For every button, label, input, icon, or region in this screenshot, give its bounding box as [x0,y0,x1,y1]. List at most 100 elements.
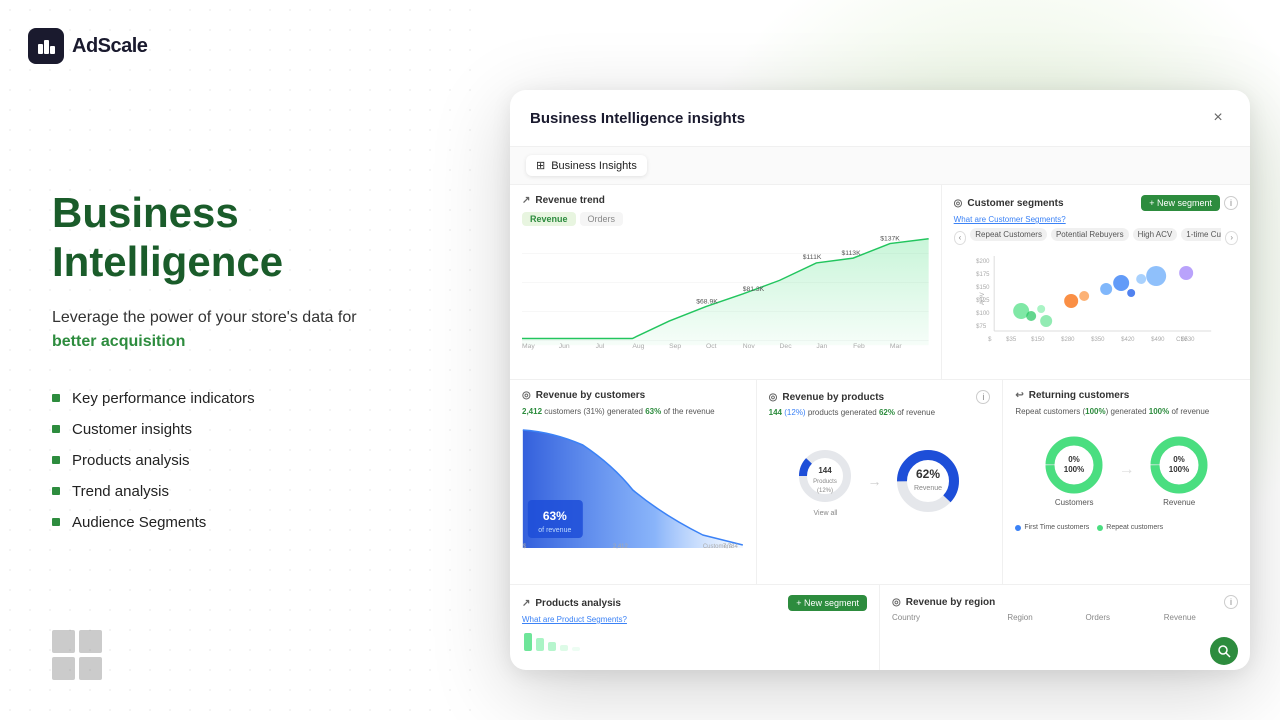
view-all-link[interactable]: View all [813,510,837,517]
svg-text:May: May [522,343,535,350]
svg-text:$: $ [988,337,992,343]
svg-text:$81.3K: $81.3K [743,286,765,293]
row-3: ↗ Products analysis + New segment What a… [510,585,1250,670]
revenue-customers-chart: 63% of revenue $ 2,412 Customers 7,784 [522,420,744,550]
search-button[interactable] [1210,637,1238,665]
revenue-products-stat: 144 (12%) products generated 62% of reve… [769,408,991,417]
col-revenue: Revenue [1164,613,1238,622]
revenue-toggle[interactable]: Revenue [522,212,576,226]
row-2: ◎ Revenue by customers 2,412 customers (… [510,380,1250,585]
svg-text:Aug: Aug [632,343,644,350]
revenue-trend-cell: ↗ Revenue trend Revenue Orders [510,185,942,379]
revenue-products-title: ◎ Revenue by products [769,392,884,403]
returning-stat: Repeat customers (100%) generated 100% o… [1015,407,1238,416]
customer-segments-title: ◎ Customer segments [954,198,1064,209]
revenue-customers-stat: 2,412 customers (31%) generated 63% of t… [522,407,744,416]
bullet-icon [52,487,60,495]
first-time-dot [1015,525,1021,531]
tab-bar: ⊞ Business Insights [510,147,1250,185]
svg-text:$280: $280 [1061,337,1075,343]
orders-toggle[interactable]: Orders [580,212,624,226]
customer-segments-cell: ◎ Customer segments + New segment i What… [942,185,1250,379]
svg-text:$111K: $111K [803,254,822,261]
list-item: Trend analysis [52,483,420,500]
bullet-icon [52,394,60,402]
svg-text:$100: $100 [976,311,990,317]
svg-text:$75: $75 [976,324,987,330]
close-button[interactable]: × [1206,106,1230,130]
list-item: Key performance indicators [52,390,420,407]
tab-business-insights[interactable]: ⊞ Business Insights [526,155,647,176]
subtitle: Leverage the power of your store's data … [52,306,420,354]
products-donut-area: 144 Products (12%) View all → 62% [769,421,991,541]
col-orders: Orders [1086,613,1160,622]
seg-tab-highacv[interactable]: High ACV [1133,228,1178,241]
info-icon[interactable]: i [1224,196,1238,210]
bullet-icon [52,518,60,526]
revenue-products-info[interactable]: i [976,390,990,404]
region-info-icon[interactable]: i [1224,595,1238,609]
next-segment-arrow[interactable]: › [1225,231,1238,245]
product-segments-link[interactable]: What are Product Segments? [522,615,867,624]
customers-label: Customers [1055,498,1094,507]
returning-customers-title: ↩ Returning customers [1015,390,1238,401]
svg-text:63%: 63% [543,509,567,523]
svg-text:of revenue: of revenue [538,527,571,534]
seg-tab-1time[interactable]: 1-time Customers [1181,228,1221,241]
products-analysis-cell: ↗ Products analysis + New segment What a… [510,585,880,670]
modal-content: ↗ Revenue trend Revenue Orders [510,185,1250,670]
svg-text:$113K: $113K [842,250,862,257]
svg-text:0%: 0% [1068,455,1080,464]
returning-legend: First Time customers Repeat customers [1015,524,1238,531]
arrow-icon: → [867,473,881,489]
trend-icon: ↗ [522,195,530,206]
new-segment-button[interactable]: + New segment [1141,195,1220,211]
row-1: ↗ Revenue trend Revenue Orders [510,185,1250,380]
svg-text:Mar: Mar [890,343,902,350]
svg-text:$350: $350 [1091,337,1105,343]
svg-text:7,784: 7,784 [723,544,739,550]
svg-text:Feb: Feb [853,343,865,350]
revenue-label: Revenue [1163,498,1195,507]
list-item: Products analysis [52,452,420,469]
svg-text:CLV: CLV [1176,337,1187,343]
products-new-segment-button[interactable]: + New segment [788,595,867,611]
prev-segment-arrow[interactable]: ‹ [954,231,967,245]
svg-text:100%: 100% [1168,465,1188,474]
list-item: Audience Segments [52,514,420,531]
arrow-icon-2: → [1119,461,1135,479]
svg-text:Oct: Oct [706,343,717,350]
what-are-segments-link[interactable]: What are Customer Segments? [954,215,1238,224]
svg-text:Sep: Sep [669,343,681,350]
svg-text:Nov: Nov [743,343,756,350]
products-donut: 144 Products (12%) [795,446,855,506]
svg-text:$68.9K: $68.9K [696,299,718,306]
legend-repeat: Repeat customers [1097,524,1163,531]
returning-customers-cell: ↩ Returning customers Repeat customers (… [1003,380,1250,584]
svg-text:2,412: 2,412 [613,544,629,550]
modal-header: Business Intelligence insights × [510,90,1250,147]
svg-text:AOV: AOV [980,292,986,305]
col-country: Country [892,613,1003,622]
seg-tab-repeat[interactable]: Repeat Customers [970,228,1047,241]
revenue-returning-donut: 0% 100% [1147,433,1212,498]
seg-tab-potential[interactable]: Potential Rebuyers [1051,228,1129,241]
segment-tabs: Repeat Customers Potential Rebuyers High… [970,228,1221,241]
svg-text:$490: $490 [1151,337,1165,343]
products-analysis-header: ↗ Products analysis + New segment [522,595,867,611]
svg-text:(12%): (12%) [817,488,833,494]
customer-segments-scatter: $200 $175 $150 $125 $100 $75 $ $35 $150 … [954,251,1238,346]
legend-first-time: First Time customers [1015,524,1089,531]
products-mini-chart [522,628,582,653]
logo: AdScale [28,28,147,64]
right-panel: Business Intelligence insights × ⊞ Busin… [480,0,1280,720]
decorative-grid-icon [52,630,102,680]
svg-text:0%: 0% [1173,455,1185,464]
logo-text: AdScale [72,35,147,58]
bullet-icon [52,425,60,433]
revenue-customers-title: ◎ Revenue by customers [522,390,744,401]
main-title: Business Intelligence [52,189,420,286]
svg-text:Jun: Jun [559,343,570,350]
customers-donut: 0% 100% [1042,433,1107,498]
svg-text:$150: $150 [1031,337,1045,343]
